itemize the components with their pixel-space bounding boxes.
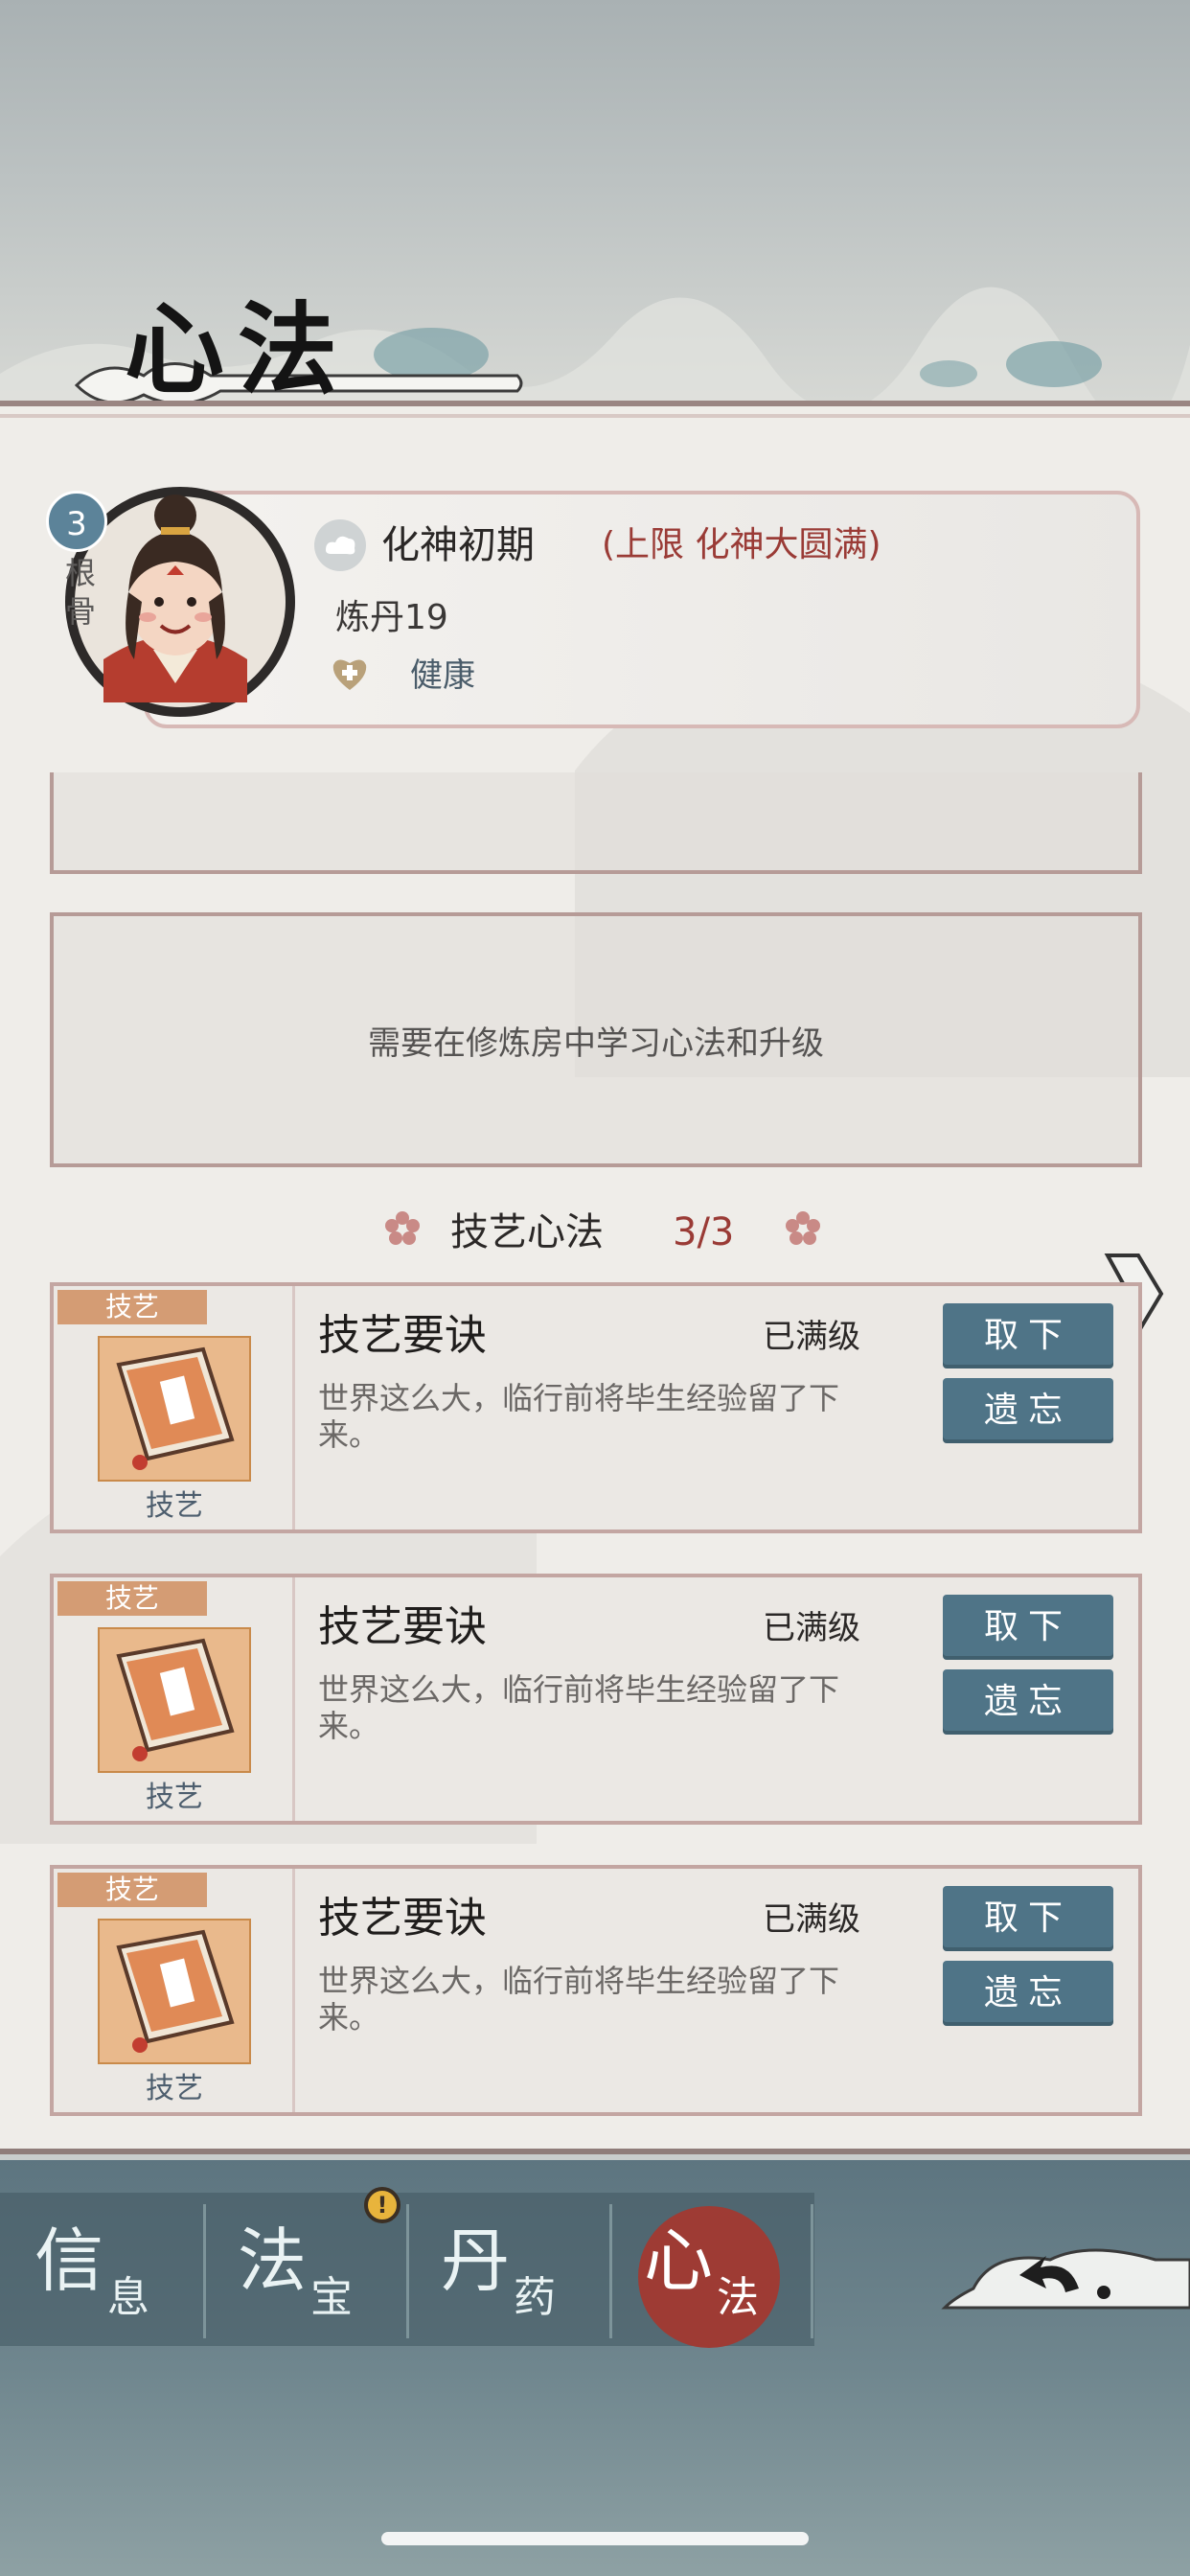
root-bone-badge: 3 [46,491,107,552]
skill-icon-area: 技艺 技艺 [54,1869,295,2112]
section-header: 技艺心法 3/3 [383,1202,824,1263]
skill-tag: 技艺 [57,1873,207,1907]
book-icon [98,1919,251,2064]
skill-card[interactable]: 技艺 技艺 技艺要诀 已满级 世界这么大，临行前将毕生经验留了下来。 取下 遗忘 [50,1282,1142,1533]
tab-main-char: 信 [34,2220,104,2301]
health-status-text: 健康 [410,656,475,695]
mind-art-slot-empty[interactable]: 需要在修炼房中学习心法和升级 [50,912,1142,1167]
mind-art-slot-top [50,772,1142,874]
book-icon [98,1627,251,1773]
remove-button[interactable]: 取下 [943,1595,1113,1660]
realm-limit-text: (上限 化神大圆满) [602,525,881,564]
realm-cloud-icon [314,519,366,571]
skill-tag: 技艺 [57,1581,207,1616]
skill-category: 技艺 [146,1781,203,1814]
skill-name: 技艺要诀 [318,1602,487,1651]
tab-divider [811,2204,813,2338]
tab-info[interactable]: 信 息 [0,2200,201,2344]
remove-button[interactable]: 取下 [943,1886,1113,1951]
home-indicator[interactable] [381,2532,809,2545]
root-bone-label: 根骨 [64,555,96,630]
skill-name: 技艺要诀 [318,1311,487,1360]
flower-icon [385,1211,420,1245]
back-arrow-icon[interactable] [935,2221,1190,2327]
tab-pills[interactable]: 丹 药 [406,2200,607,2344]
skill-icon-area: 技艺 技艺 [54,1577,295,1821]
skill-description: 世界这么大，临行前将毕生经验留了下来。 [318,1380,840,1453]
skill-tag: 技艺 [57,1290,207,1324]
section-count: 3/3 [673,1210,735,1254]
skill-card[interactable]: 技艺 技艺 技艺要诀 已满级 世界这么大，临行前将毕生经验留了下来。 取下 遗忘 [50,1574,1142,1825]
skill-category: 技艺 [146,2072,203,2105]
forget-button[interactable]: 遗忘 [943,1961,1113,2026]
forget-button[interactable]: 遗忘 [943,1669,1113,1735]
tab-sub-char: 息 [107,2273,149,2322]
empty-slot-hint: 需要在修炼房中学习心法和升级 [368,1024,824,1063]
forget-button[interactable]: 遗忘 [943,1378,1113,1443]
skill-level: 已满级 [763,1318,860,1356]
remove-button[interactable]: 取下 [943,1303,1113,1368]
section-title: 技艺心法 [450,1210,604,1254]
tab-main-char: 心 [644,2220,714,2301]
alert-icon: ! [364,2187,400,2223]
skill-category: 技艺 [146,1489,203,1523]
realm-text: 化神初期 [381,523,535,567]
tab-sub-char: 药 [514,2273,556,2322]
tab-mind-art[interactable]: 心 法 [609,2200,811,2348]
tab-main-char: 法 [238,2220,308,2301]
tab-sub-char: 法 [717,2273,759,2322]
skill-level: 已满级 [763,1900,860,1939]
skill-description: 世界这么大，临行前将毕生经验留了下来。 [318,1671,840,1744]
tab-main-char: 丹 [441,2220,511,2301]
tab-sub-char: 宝 [310,2273,353,2322]
page-title: 心法 [125,290,352,408]
skill-card[interactable]: 技艺 技艺 技艺要诀 已满级 世界这么大，临行前将毕生经验留了下来。 取下 遗忘 [50,1865,1142,2116]
health-heart-icon [332,659,367,690]
tab-treasure[interactable]: 法 宝 [203,2200,404,2344]
skill-name: 技艺要诀 [318,1894,487,1943]
flower-icon [786,1211,820,1245]
skill-description: 世界这么大，临行前将毕生经验留了下来。 [318,1963,840,2036]
alchemy-skill-text: 炼丹19 [335,598,448,637]
skill-level: 已满级 [763,1609,860,1647]
book-icon [98,1336,251,1482]
skill-icon-area: 技艺 技艺 [54,1286,295,1530]
